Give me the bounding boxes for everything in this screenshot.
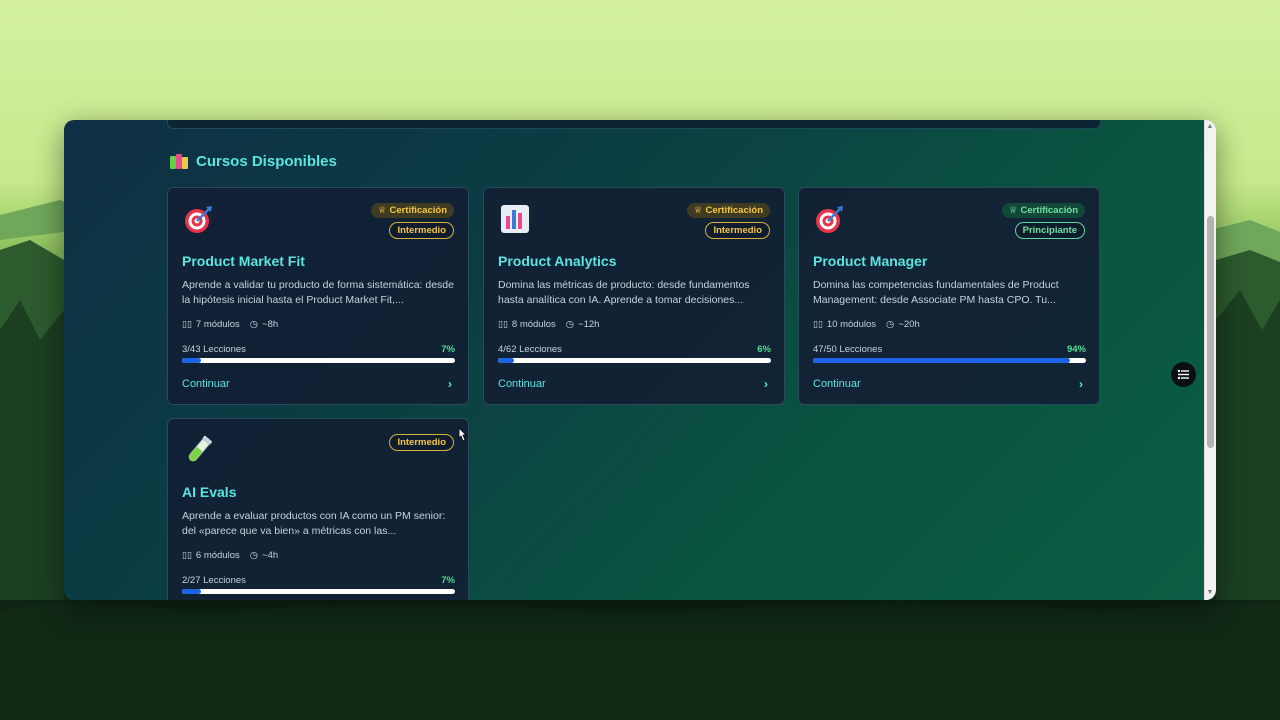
clock-icon: ◷ (886, 319, 895, 330)
bar-chart-icon (501, 205, 529, 233)
progress-bar (182, 358, 455, 363)
course-meta: ▯▯ 10 módulos ◷ ~20h (813, 319, 920, 330)
level-badge: Intermedio (705, 222, 770, 239)
card-badges: ♕ Certificación Intermedio (370, 203, 454, 239)
progress-info: 4/62 Lecciones 6% (498, 344, 771, 355)
chevron-right-icon[interactable]: › (764, 377, 768, 391)
course-title: Product Manager (813, 253, 928, 269)
level-badge: Intermedio (389, 434, 454, 451)
progress-fill (182, 358, 202, 363)
progress-info: 3/43 Lecciones 7% (182, 344, 455, 355)
course-title: AI Evals (182, 484, 237, 500)
certification-badge: ♕ Certificación (1001, 203, 1085, 218)
scroll-down-arrow-icon[interactable]: ▼ (1204, 588, 1216, 598)
certification-badge: ♕ Certificación (370, 203, 454, 218)
card-badges: ♕ Certificación Principiante (1001, 203, 1085, 239)
book-icon: ▯▯ (498, 319, 508, 329)
scroll-up-arrow-icon[interactable]: ▲ (1204, 122, 1216, 132)
card-badges: Intermedio (389, 434, 454, 451)
target-icon (816, 206, 843, 233)
chevron-right-icon[interactable]: › (448, 377, 452, 391)
course-description: Domina las competencias fundamentales de… (813, 279, 1059, 306)
lessons-count: 47/50 Lecciones (813, 344, 883, 355)
app-window: Cursos Disponibles ♕ Certificación Interm… (64, 120, 1216, 600)
award-icon: ♕ (1008, 205, 1018, 216)
course-card[interactable]: ♕ Certificación Intermedio Product Market… (167, 187, 469, 405)
vertical-scrollbar[interactable]: ▲ ▼ (1204, 120, 1216, 600)
section-header: Cursos Disponibles (170, 153, 337, 170)
progress-info: 2/27 Lecciones 7% (182, 575, 455, 586)
progress-bar (182, 589, 455, 594)
course-card[interactable]: ♕ Certificación Principiante Product Mana… (798, 187, 1100, 405)
continue-link[interactable]: Continuar (813, 378, 861, 390)
course-description: Domina las métricas de producto: desde f… (498, 279, 750, 306)
course-meta: ▯▯ 6 módulos ◷ ~4h (182, 550, 279, 561)
course-card[interactable]: ♕ Certificación Intermedio Product Analyt… (483, 187, 785, 405)
course-title: Product Market Fit (182, 253, 305, 269)
chevron-right-icon[interactable]: › (1079, 377, 1083, 391)
filter-settings-icon (1177, 369, 1189, 380)
progress-bar (498, 358, 771, 363)
book-icon: ▯▯ (813, 319, 823, 329)
course-description: Aprende a validar tu producto de forma s… (182, 279, 454, 306)
scrollbar-thumb[interactable] (1207, 216, 1214, 448)
level-badge: Intermedio (389, 222, 454, 239)
test-tube-icon (188, 435, 213, 462)
progress-fill (182, 589, 202, 594)
lessons-count: 3/43 Lecciones (182, 344, 246, 355)
card-badges: ♕ Certificación Intermedio (686, 203, 770, 239)
progress-info: 47/50 Lecciones 94% (813, 344, 1086, 355)
previous-section-edge (167, 120, 1101, 129)
progress-fill (498, 358, 515, 363)
books-icon (170, 153, 188, 170)
book-icon: ▯▯ (182, 550, 192, 560)
progress-bar (813, 358, 1086, 363)
course-meta: ▯▯ 7 módulos ◷ ~8h (182, 319, 279, 330)
continue-link[interactable]: Continuar (182, 378, 230, 390)
lessons-count: 4/62 Lecciones (498, 344, 562, 355)
section-title: Cursos Disponibles (196, 153, 337, 170)
progress-fill (813, 358, 1070, 363)
lessons-count: 2/27 Lecciones (182, 575, 246, 586)
course-card[interactable]: Intermedio AI Evals Aprende a evaluar pr… (167, 418, 469, 600)
progress-percent: 7% (441, 344, 455, 355)
award-icon: ♕ (693, 205, 703, 216)
award-icon: ♕ (377, 205, 387, 216)
progress-percent: 6% (757, 344, 771, 355)
target-icon (185, 206, 212, 233)
course-title: Product Analytics (498, 253, 617, 269)
mouse-cursor-icon (458, 427, 467, 442)
book-icon: ▯▯ (182, 319, 192, 329)
level-badge: Principiante (1014, 222, 1085, 239)
progress-percent: 7% (441, 575, 455, 586)
course-description: Aprende a evaluar productos con IA como … (182, 510, 446, 537)
certification-badge: ♕ Certificación (686, 203, 770, 218)
clock-icon: ◷ (565, 319, 575, 330)
continue-link[interactable]: Continuar (498, 378, 546, 390)
course-meta: ▯▯ 8 módulos ◷ ~12h (498, 319, 600, 330)
clock-icon: ◷ (249, 550, 259, 561)
clock-icon: ◷ (249, 319, 259, 330)
progress-percent: 94% (1066, 344, 1086, 355)
floating-action-button[interactable] (1171, 362, 1196, 387)
